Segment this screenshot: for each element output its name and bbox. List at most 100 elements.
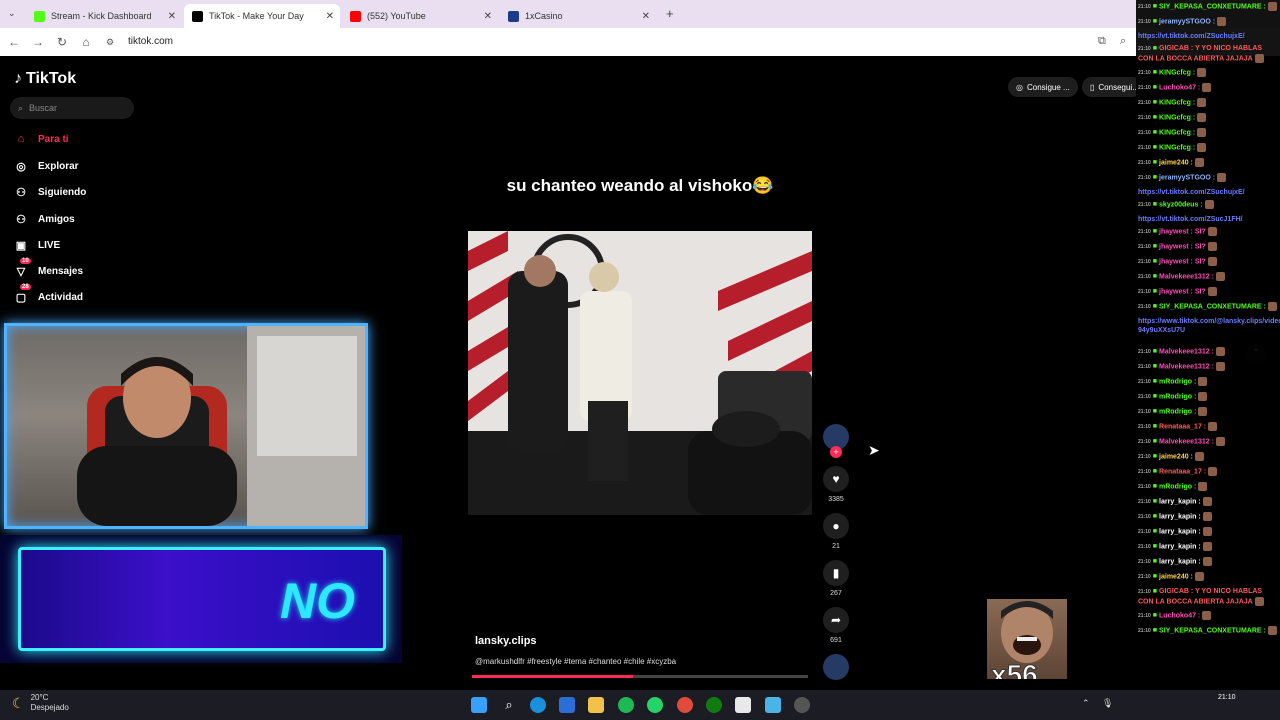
- store-icon[interactable]: [559, 697, 575, 713]
- tray-expand-icon[interactable]: ⌃: [1082, 698, 1090, 709]
- nav-siguiendo[interactable]: ⚇ Siguiendo: [14, 185, 86, 199]
- comment-button[interactable]: ● 21: [822, 513, 850, 550]
- chat-username[interactable]: jaime240 :: [1159, 573, 1193, 580]
- site-settings-icon[interactable]: ⚙: [98, 37, 122, 48]
- windows-start-icon[interactable]: [471, 697, 487, 713]
- new-tab-icon[interactable]: +: [666, 6, 674, 21]
- creator-avatar[interactable]: +: [822, 424, 850, 458]
- video-hashtags[interactable]: @markushdlfr #freestyle #tema #chanteo #…: [475, 657, 676, 666]
- nav-explorar[interactable]: ◎ Explorar: [14, 159, 78, 173]
- home-icon[interactable]: ⌂: [74, 35, 98, 49]
- chat-username[interactable]: Malvekeee1312 :: [1159, 438, 1214, 445]
- tab-1xcasino[interactable]: 1xCasino ✕: [500, 4, 656, 28]
- tab-kick-dashboard[interactable]: Stream - Kick Dashboard ✕: [26, 4, 182, 28]
- chrome-icon[interactable]: [677, 697, 693, 713]
- chat-username[interactable]: jhaywest : SI?: [1159, 288, 1206, 295]
- chat-link[interactable]: https://www.tiktok.com/@lansky.clips/vid…: [1138, 317, 1280, 335]
- chat-username[interactable]: KINGcfcg :: [1159, 69, 1195, 76]
- chat-username[interactable]: Malvekeee1312 :: [1159, 363, 1214, 370]
- chat-username[interactable]: KINGcfcg :: [1159, 99, 1195, 106]
- notepad-icon[interactable]: [765, 697, 781, 713]
- follow-plus-icon[interactable]: +: [830, 446, 842, 458]
- chat-link[interactable]: https://vt.tiktok.com/ZSuchujxE/: [1138, 32, 1278, 41]
- nav-live[interactable]: ▣ LIVE: [14, 238, 60, 252]
- file-explorer-icon[interactable]: [588, 697, 604, 713]
- get-coins-button[interactable]: ◎ Consigue ...: [1008, 77, 1078, 97]
- chat-username[interactable]: jhaywest : SI?: [1159, 258, 1206, 265]
- obs-icon[interactable]: [794, 697, 810, 713]
- close-tab-icon[interactable]: ✕: [326, 11, 334, 22]
- close-tab-icon[interactable]: ✕: [168, 11, 176, 22]
- chat-username[interactable]: SIY_KEPASA_CONXETUMARE :: [1159, 303, 1266, 310]
- chat-username[interactable]: jeramyySTGOO :: [1159, 174, 1215, 181]
- close-tab-icon[interactable]: ✕: [642, 11, 650, 22]
- tab-youtube[interactable]: (552) YouTube ✕: [342, 4, 498, 28]
- nav-para-ti[interactable]: ⌂ Para ti: [14, 132, 69, 146]
- app-icon[interactable]: [735, 697, 751, 713]
- chat-username[interactable]: KINGcfcg :: [1159, 114, 1195, 121]
- chat-username[interactable]: mRodrigo :: [1159, 378, 1196, 385]
- chat-username[interactable]: mRodrigo :: [1159, 483, 1196, 490]
- chat-username[interactable]: jeramyySTGOO :: [1159, 18, 1215, 25]
- chat-username[interactable]: jaime240 :: [1159, 453, 1193, 460]
- chat-username[interactable]: skyz00deus :: [1159, 201, 1203, 208]
- tab-list-dropdown-icon[interactable]: ⌄: [8, 8, 16, 19]
- chat-username[interactable]: Renataaa_17 :: [1159, 423, 1206, 430]
- xbox-icon[interactable]: [706, 697, 722, 713]
- weather-widget[interactable]: ☾ 20°C Despejado: [12, 693, 69, 713]
- save-button[interactable]: ▮ 267: [822, 560, 850, 597]
- microphone-icon[interactable]: 🎙: [1102, 698, 1113, 709]
- whatsapp-icon[interactable]: [647, 697, 663, 713]
- chat-username[interactable]: larry_kapin :: [1159, 513, 1201, 520]
- nav-mensajes[interactable]: ▽ 10 Mensajes: [14, 258, 83, 278]
- get-app-button[interactable]: ▯ Consegui...: [1082, 77, 1142, 97]
- reload-icon[interactable]: ↻: [50, 35, 74, 49]
- spotify-icon[interactable]: [618, 697, 634, 713]
- share-button[interactable]: ➦ 691: [822, 607, 850, 644]
- chat-username[interactable]: larry_kapin :: [1159, 558, 1201, 565]
- heart-icon: ♥: [823, 466, 849, 492]
- forward-icon[interactable]: →: [26, 35, 50, 49]
- chat-username[interactable]: larry_kapin :: [1159, 528, 1201, 535]
- chat-link[interactable]: https://vt.tiktok.com/ZSucJ1FH/: [1138, 215, 1278, 224]
- search-input[interactable]: ⌕ Buscar: [10, 97, 134, 119]
- like-button[interactable]: ♥ 3385: [822, 466, 850, 503]
- chat-username[interactable]: mRodrigo :: [1159, 408, 1196, 415]
- taskbar-search-icon[interactable]: ⌕: [501, 697, 517, 713]
- chat-username[interactable]: Malvekeee1312 :: [1159, 273, 1214, 280]
- back-icon[interactable]: ←: [2, 35, 26, 49]
- chat-username[interactable]: Luchoko47 :: [1159, 84, 1200, 91]
- close-tab-icon[interactable]: ✕: [484, 11, 492, 22]
- chat-username[interactable]: larry_kapin :: [1159, 498, 1201, 505]
- chat-link[interactable]: https://vt.tiktok.com/ZSuchujxE/: [1138, 188, 1278, 197]
- meme-multiplier: x56: [991, 659, 1039, 680]
- install-app-icon[interactable]: ⧉: [1098, 35, 1106, 48]
- chat-username[interactable]: larry_kapin :: [1159, 543, 1201, 550]
- chat-username[interactable]: Renataaa_17 :: [1159, 468, 1206, 475]
- tiktok-logo[interactable]: ♪ TikTok: [14, 70, 76, 88]
- nav-actividad[interactable]: ▢ 28 Actividad: [14, 284, 83, 304]
- taskbar-clock[interactable]: 21:10: [1218, 694, 1236, 701]
- chat-username[interactable]: KINGcfcg :: [1159, 129, 1195, 136]
- chat-username[interactable]: SIY_KEPASA_CONXETUMARE :: [1159, 3, 1266, 10]
- edge-icon[interactable]: [530, 697, 546, 713]
- chat-username[interactable]: mRodrigo :: [1159, 393, 1196, 400]
- chat-username[interactable]: jhaywest : SI?: [1159, 228, 1206, 235]
- chat-username[interactable]: SIY_KEPASA_CONXETUMARE :: [1159, 627, 1266, 634]
- chat-username[interactable]: Malvekeee1312 :: [1159, 348, 1214, 355]
- chat-badge-icon: ■: [1152, 393, 1158, 401]
- tab-tiktok[interactable]: TikTok - Make Your Day ✕: [184, 4, 340, 28]
- video-author[interactable]: lansky.clips: [475, 635, 537, 647]
- chat-badge-icon: ■: [1152, 348, 1158, 356]
- chat-message: 21:10 ■ SIY_KEPASA_CONXETUMARE :: [1138, 302, 1278, 312]
- chat-username[interactable]: KINGcfcg :: [1159, 144, 1195, 151]
- chat-username[interactable]: jhaywest : SI?: [1159, 243, 1206, 250]
- video-progress-bar[interactable]: [472, 675, 808, 678]
- url-field[interactable]: tiktok.com: [128, 36, 173, 47]
- sound-avatar[interactable]: [822, 654, 850, 680]
- chat-username[interactable]: Luchoko47 :: [1159, 612, 1200, 619]
- nav-amigos[interactable]: ⚇ Amigos: [14, 212, 75, 226]
- zoom-icon[interactable]: ⌕: [1120, 35, 1126, 48]
- video-player[interactable]: [468, 231, 812, 515]
- chat-username[interactable]: jaime240 :: [1159, 159, 1193, 166]
